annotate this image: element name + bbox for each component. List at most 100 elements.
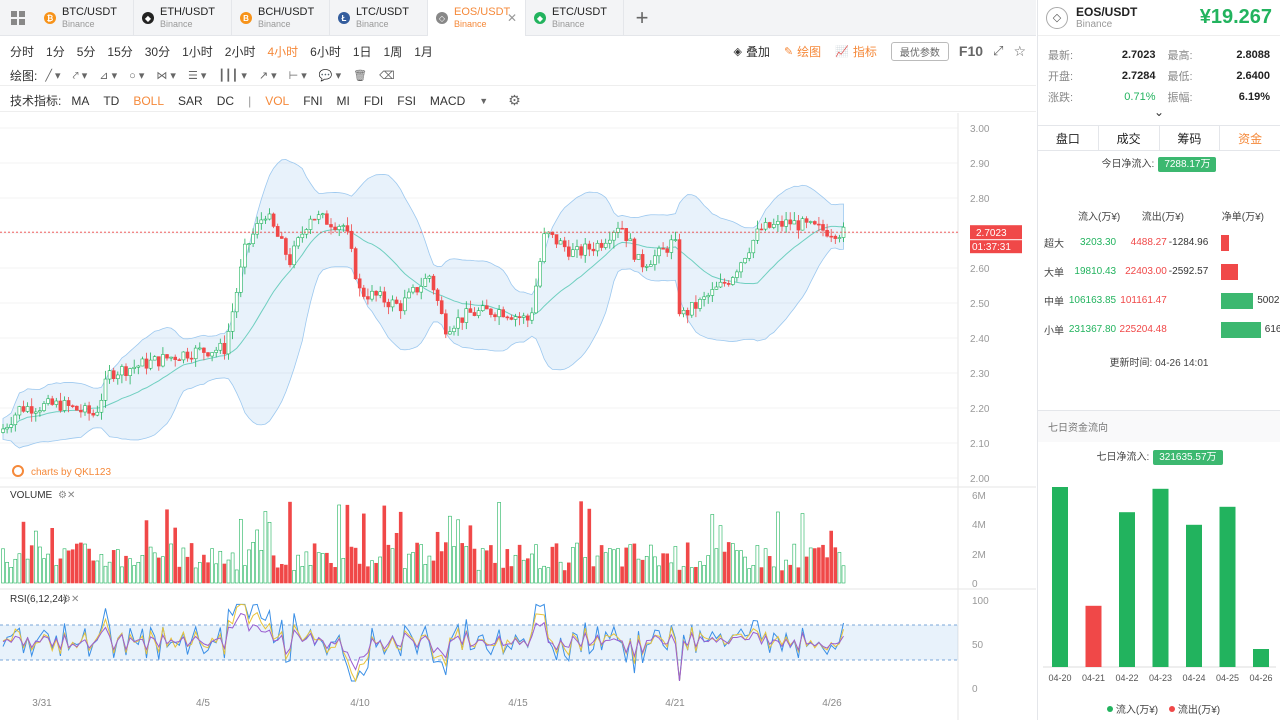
candle-body: [329, 224, 333, 228]
candle-body: [587, 243, 592, 250]
price-axis-label: 2.80: [970, 194, 990, 205]
candle-body: [312, 218, 317, 221]
volume-bar: [784, 559, 788, 584]
tab-bch-usdt[interactable]: B BCH/USDT Binance: [232, 0, 330, 36]
gann-tool-icon[interactable]: ┃┃┃ ▾: [218, 69, 246, 82]
fullscreen-icon[interactable]: ⤢: [993, 43, 1003, 59]
volume-bar: [493, 562, 497, 584]
candle-body: [275, 226, 280, 237]
candle-body: [111, 370, 116, 379]
tab-eth-usdt[interactable]: ◆ ETH/USDT Binance: [134, 0, 232, 36]
volume-bar: [694, 566, 698, 584]
candle-body: [579, 246, 583, 256]
trash-icon[interactable]: 🗑: [353, 69, 367, 82]
close-icon[interactable]: ✕: [507, 11, 517, 25]
channel-tool-icon[interactable]: ⊿ ▾: [99, 69, 117, 82]
candle-body: [718, 281, 723, 288]
candle-body: [657, 247, 661, 257]
indicator-button[interactable]: 📈 指标: [835, 43, 877, 60]
volume-bar: [83, 543, 87, 584]
arrow-tool-icon[interactable]: ↗ ▾: [259, 69, 277, 82]
indicator-fsi[interactable]: FSI: [397, 94, 416, 108]
grid-menu-icon[interactable]: [0, 0, 36, 36]
period-8[interactable]: 6小时: [310, 43, 341, 60]
period-11[interactable]: 1月: [414, 43, 433, 60]
tab-ltc-usdt[interactable]: Ł LTC/USDT Binance: [330, 0, 428, 36]
indicator-fdi[interactable]: FDI: [364, 94, 383, 108]
pattern-tool-icon[interactable]: ⋈ ▾: [156, 69, 176, 82]
period-7[interactable]: 4小时: [267, 43, 298, 60]
volume-bar: [776, 511, 780, 584]
ray-tool-icon[interactable]: ⤤ ▾: [73, 69, 88, 83]
panel-tab-3[interactable]: 资金: [1220, 126, 1280, 150]
period-9[interactable]: 1日: [353, 43, 372, 60]
panel-header: ◇ EOS/USDT Binance ¥19.267: [1038, 0, 1280, 36]
indicator-sar[interactable]: SAR: [178, 94, 203, 108]
indicator-macd[interactable]: MACD: [430, 94, 465, 108]
candle-body: [755, 228, 760, 241]
panel-tab-0[interactable]: 盘口: [1038, 126, 1099, 150]
volume-bar: [1, 548, 5, 584]
annotation-tool-icon[interactable]: 💬 ▾: [319, 69, 341, 82]
tab-eos-usdt[interactable]: ◇ EOS/USDT Binance ✕: [428, 0, 526, 36]
period-10[interactable]: 1周: [384, 43, 403, 60]
panel-tab-2[interactable]: 筹码: [1160, 126, 1221, 150]
volume-bar: [767, 556, 772, 584]
period-5[interactable]: 1小时: [182, 43, 213, 60]
indicator-boll[interactable]: BOLL: [133, 94, 164, 108]
period-0[interactable]: 分时: [10, 43, 34, 60]
measure-tool-icon[interactable]: ⊢ ▾: [289, 69, 307, 82]
candle-body: [566, 246, 571, 257]
optimal-params-button[interactable]: 最优参数: [890, 41, 949, 61]
chevron-down-icon[interactable]: ⌄: [1038, 106, 1280, 121]
volume-label: VOLUME: [10, 490, 53, 501]
volume-bar: [423, 564, 428, 584]
candle-body: [234, 292, 239, 313]
period-4[interactable]: 30分: [145, 43, 170, 60]
volume-bar: [800, 513, 805, 584]
candle-body: [632, 238, 637, 260]
dropdown-icon[interactable]: ▼: [479, 96, 488, 106]
indicator-td[interactable]: TD: [103, 94, 119, 108]
period-6[interactable]: 2小时: [225, 43, 256, 60]
net-value: -2592.57: [1168, 265, 1209, 277]
volume-bar: [300, 566, 305, 584]
volume-bar: [763, 548, 768, 584]
line-tool-icon[interactable]: ╱ ▾: [45, 69, 60, 82]
rsi-settings-icon[interactable]: ⚙✕: [62, 594, 79, 605]
candle-body: [554, 234, 559, 245]
shape-tool-icon[interactable]: ○ ▾: [129, 69, 144, 82]
chart-area[interactable]: 3.002.902.802.702.602.502.402.302.202.10…: [0, 113, 1036, 720]
f10-button[interactable]: F10: [959, 43, 983, 59]
candle-body: [124, 366, 128, 377]
candle-body: [833, 235, 838, 239]
volume-bar: [370, 560, 374, 584]
indicator-fni[interactable]: FNI: [303, 94, 322, 108]
tab-btc-usdt[interactable]: ₿ BTC/USDT Binance: [36, 0, 134, 36]
volume-bar: [152, 552, 157, 584]
candle-body: [38, 410, 42, 413]
star-icon[interactable]: ☆: [1013, 43, 1026, 60]
candle-body: [759, 228, 764, 231]
period-3[interactable]: 15分: [107, 43, 132, 60]
add-tab-button[interactable]: +: [624, 0, 660, 36]
kline-chart[interactable]: 3.002.902.802.702.602.502.402.302.202.10…: [0, 113, 1036, 720]
candle-body: [181, 351, 186, 361]
eraser-icon[interactable]: ⌫: [379, 69, 395, 82]
indicator-dc[interactable]: DC: [217, 94, 234, 108]
row-outflow: 101161.47: [1120, 295, 1167, 306]
indicator-mi[interactable]: MI: [337, 94, 350, 108]
period-1[interactable]: 1分: [46, 43, 65, 60]
period-2[interactable]: 5分: [77, 43, 96, 60]
indicator-vol[interactable]: VOL: [265, 94, 289, 108]
volume-settings-icon[interactable]: ⚙✕: [58, 490, 75, 501]
gear-icon[interactable]: ⚙: [508, 92, 521, 109]
overlay-button[interactable]: ◈ 叠加: [733, 43, 769, 60]
fib-tool-icon[interactable]: ☰ ▾: [188, 69, 206, 82]
volume-bar: [185, 556, 190, 584]
draw-button[interactable]: ✎ 绘图: [784, 43, 821, 60]
panel-tab-1[interactable]: 成交: [1099, 126, 1160, 150]
tab-etc-usdt[interactable]: ◆ ETC/USDT Binance: [526, 0, 624, 36]
candle-body: [300, 233, 305, 239]
indicator-ma[interactable]: MA: [71, 94, 89, 108]
